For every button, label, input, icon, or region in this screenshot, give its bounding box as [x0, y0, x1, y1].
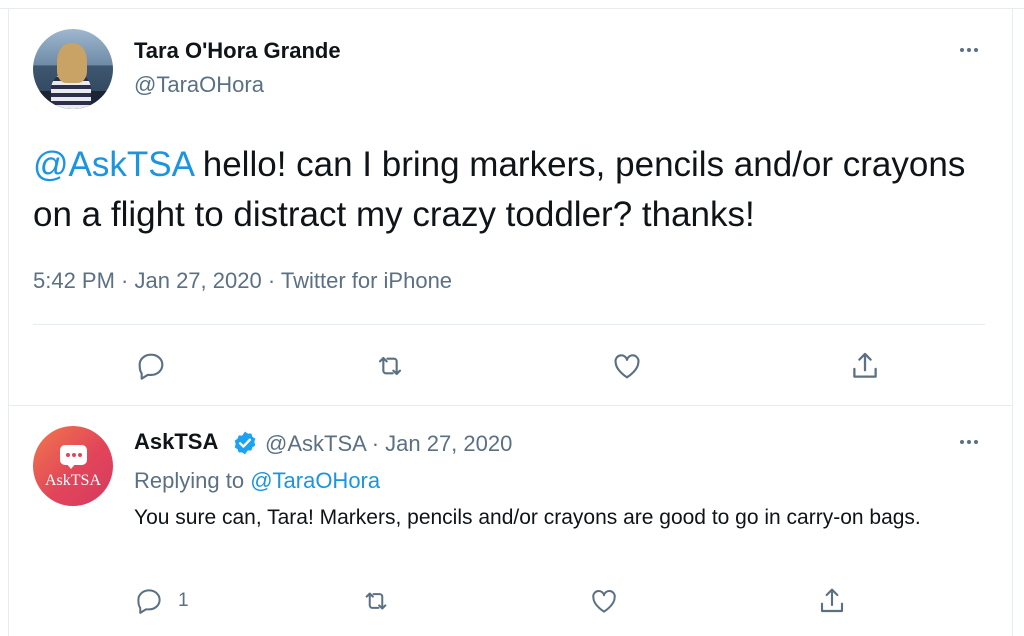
reply-handle-date[interactable]: @AskTSA · Jan 27, 2020 — [265, 431, 512, 457]
like-icon — [614, 354, 640, 379]
tweet-timestamp-source[interactable]: 5:42 PM · Jan 27, 2020 · Twitter for iPh… — [33, 268, 452, 294]
like-button[interactable] — [610, 349, 644, 383]
reply-author-name[interactable]: AskTSA — [134, 429, 218, 455]
replying-to: Replying to @TaraOHora — [134, 468, 380, 494]
asktsa-avatar[interactable]: AskTSA — [33, 426, 113, 506]
card-border-top — [0, 8, 1024, 9]
retweet-icon — [365, 592, 387, 610]
card-border-left — [8, 8, 9, 636]
replying-prefix: Replying to — [134, 468, 251, 493]
share-button[interactable] — [848, 349, 882, 383]
retweet-button[interactable] — [373, 349, 407, 383]
author-avatar[interactable] — [33, 29, 113, 109]
more-options-icon[interactable] — [954, 40, 984, 60]
reply-button[interactable]: 1 — [134, 585, 189, 617]
share-button[interactable] — [816, 585, 848, 617]
like-icon — [592, 590, 616, 613]
author-handle[interactable]: @TaraOHora — [134, 72, 264, 98]
author-display-name[interactable]: Tara O'Hora Grande — [134, 38, 341, 64]
tweet-text: @AskTSA hello! can I bring markers, penc… — [33, 140, 993, 240]
divider — [33, 324, 985, 325]
retweet-icon — [378, 356, 402, 376]
reply-count: 1 — [178, 590, 189, 611]
verified-badge-icon — [234, 431, 256, 455]
tweet-separator — [8, 405, 1013, 406]
reply-text: You sure can, Tara! Markers, pencils and… — [134, 506, 921, 529]
reply-icon — [137, 589, 161, 614]
like-button[interactable] — [588, 585, 620, 617]
retweet-button[interactable] — [360, 585, 392, 617]
mention-link[interactable]: @AskTSA — [33, 145, 193, 184]
asktsa-logo-text: AskTSA — [44, 472, 101, 489]
share-icon — [820, 588, 844, 613]
replying-to-link[interactable]: @TaraOHora — [250, 468, 380, 493]
more-options-icon[interactable] — [954, 432, 984, 452]
reply-icon — [138, 353, 164, 380]
share-icon — [853, 352, 877, 378]
reply-button[interactable] — [134, 349, 168, 383]
card-border-right — [1012, 8, 1013, 636]
